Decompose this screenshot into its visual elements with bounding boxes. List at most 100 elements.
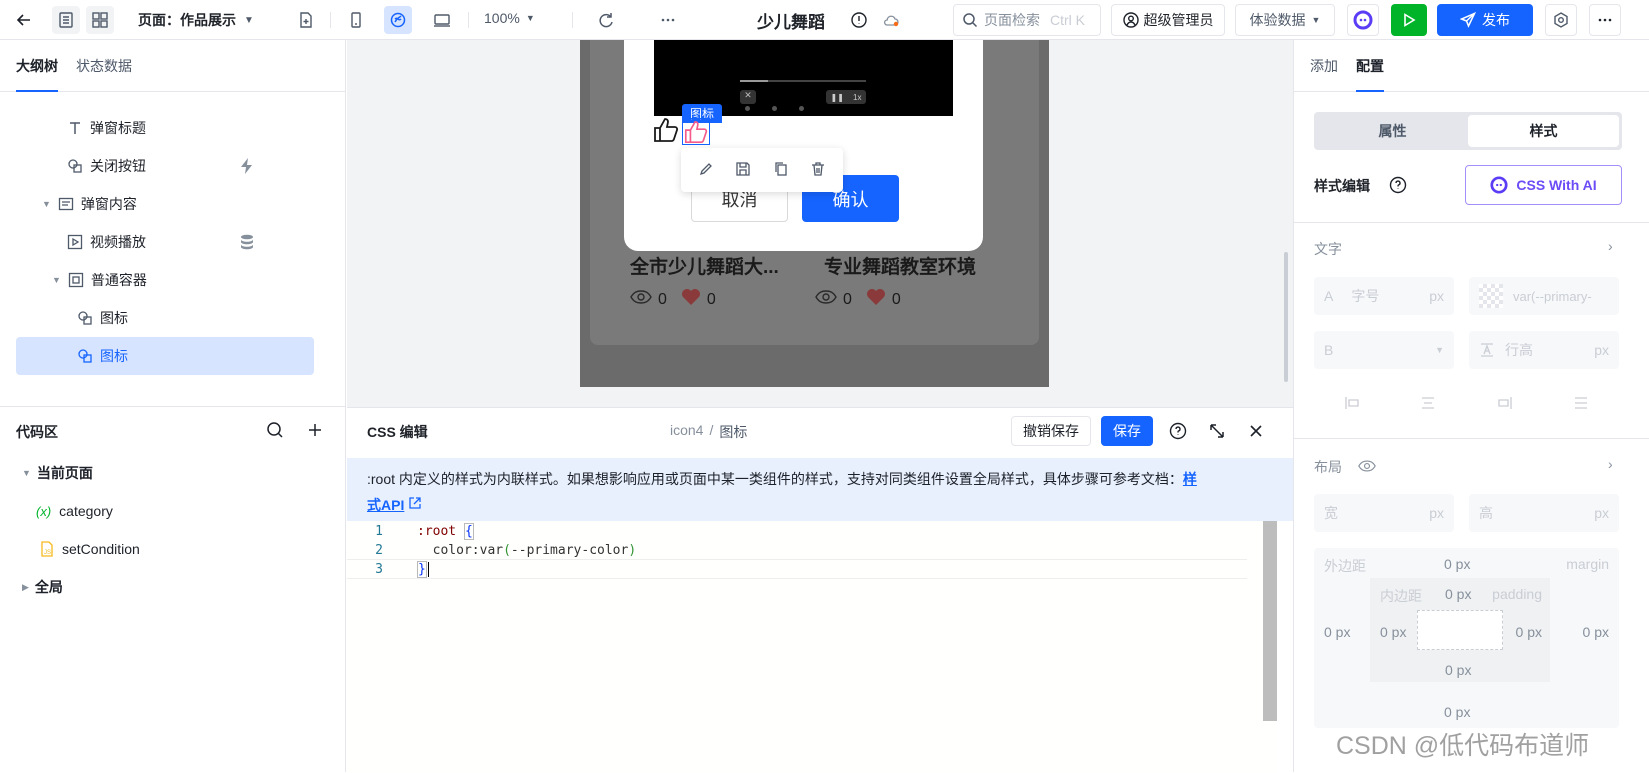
page-selector[interactable]: 页面：作品展示 ▼ [138, 10, 254, 30]
segment-properties[interactable]: 属性 [1317, 115, 1468, 147]
font-weight-select[interactable]: B ▼ [1314, 331, 1454, 369]
align-right-icon[interactable] [1497, 395, 1513, 414]
tree-item-title[interactable]: 弹窗标题 [66, 109, 146, 147]
layout-icon[interactable] [86, 6, 114, 34]
tree-item-modal-content[interactable]: ▼ 弹窗内容 [42, 185, 137, 223]
breadcrumb-id[interactable]: icon4 [670, 422, 703, 442]
user-menu[interactable]: 超级管理员 [1111, 4, 1225, 36]
padding-top-input[interactable]: 0 px [1445, 586, 1471, 602]
caret-down-icon[interactable]: ▼ [52, 275, 61, 285]
delete-icon[interactable] [810, 161, 826, 180]
canvas-scrollbar[interactable] [1284, 252, 1288, 382]
tab-state-data[interactable]: 状态数据 [76, 40, 132, 92]
selected-thumbs-up-icon[interactable] [682, 118, 710, 145]
tree-variable-category[interactable]: (x) category [36, 492, 113, 530]
tree-item-close-button[interactable]: 关闭按钮 [66, 147, 146, 185]
hybrid-view-icon[interactable] [384, 6, 412, 34]
publish-button[interactable]: 发布 [1437, 4, 1533, 36]
mobile-view-icon[interactable] [342, 6, 370, 34]
search-icon[interactable] [266, 421, 284, 442]
refresh-icon[interactable] [592, 6, 620, 34]
info-icon[interactable] [845, 6, 873, 34]
help-icon[interactable] [1389, 176, 1407, 197]
tree-current-page[interactable]: ▼ 当前页面 [22, 454, 93, 492]
color-field[interactable]: var(--primary- [1469, 277, 1619, 315]
notice-link[interactable]: 样 [1183, 471, 1197, 487]
video-progress[interactable] [740, 80, 866, 82]
code-line-active[interactable]: 3 } [347, 559, 1247, 579]
eye-icon[interactable] [1358, 459, 1376, 476]
height-field[interactable]: 高 px [1469, 494, 1619, 532]
tree-item-container[interactable]: ▼ 普通容器 [52, 261, 147, 299]
more-icon[interactable] [654, 6, 682, 34]
caret-right-icon[interactable]: ▶ [22, 582, 29, 593]
font-size-field[interactable]: A 字号 px [1314, 277, 1454, 315]
desktop-view-icon[interactable] [428, 6, 456, 34]
tree-item-icon-2-selected[interactable]: 图标 [16, 337, 314, 375]
speed-label[interactable]: 1x [853, 93, 861, 102]
chevron-right-icon[interactable]: › [1608, 238, 1613, 254]
caret-down-icon[interactable]: ▼ [22, 468, 31, 478]
preview-button[interactable] [1391, 4, 1427, 36]
line-height-field[interactable]: 行高 px [1469, 331, 1619, 369]
zoom-select[interactable]: 100% ▼ [484, 10, 535, 26]
ai-assistant-button[interactable] [1347, 4, 1379, 36]
close-icon[interactable]: ✕ [740, 90, 756, 104]
chevron-right-icon[interactable]: › [1608, 456, 1613, 472]
shapes-icon [76, 309, 94, 327]
pause-icon[interactable]: ❚❚ [831, 93, 844, 102]
margin-top-input[interactable]: 0 px [1444, 556, 1470, 572]
page-search-input[interactable]: 页面检索 Ctrl K [953, 4, 1101, 36]
help-icon[interactable] [1169, 422, 1187, 443]
align-justify-icon[interactable] [1573, 395, 1589, 414]
margin-bottom-input[interactable]: 0 px [1444, 704, 1470, 720]
align-left-icon[interactable] [1344, 395, 1360, 414]
data-mode-select[interactable]: 体验数据 ▼ [1235, 4, 1335, 36]
margin-left-input[interactable]: 0 px [1324, 624, 1350, 640]
notice-link-api[interactable]: 式API [367, 497, 404, 513]
code-line[interactable]: 2 color:var(--primary-color) [347, 540, 1247, 560]
tree-function-setcondition[interactable]: JS setCondition [38, 530, 140, 568]
save-icon[interactable] [735, 161, 751, 180]
segment-style[interactable]: 样式 [1468, 115, 1619, 147]
tab-add[interactable]: 添加 [1310, 40, 1338, 92]
caret-down-icon[interactable]: ▼ [42, 199, 51, 209]
tree-item-icon-1[interactable]: 图标 [76, 299, 128, 337]
copy-icon[interactable] [773, 161, 789, 180]
width-field[interactable]: 宽 px [1314, 494, 1454, 532]
add-icon[interactable] [306, 421, 324, 442]
add-page-icon[interactable] [292, 6, 320, 34]
thumbs-up-icon[interactable] [652, 116, 680, 147]
tree-item-video[interactable]: 视频播放 [66, 223, 146, 261]
fullscreen-icon[interactable] [1208, 422, 1226, 443]
padding-right-input[interactable]: 0 px [1516, 624, 1542, 640]
video-controls[interactable]: ❚❚ 1x [826, 90, 866, 104]
code-line[interactable]: 1 :root { [347, 521, 1247, 541]
page-icon[interactable] [52, 6, 80, 34]
tab-outline[interactable]: 大纲树 [16, 40, 58, 92]
code-editor[interactable]: 1 :root { 2 color:var(--primary-color) 3… [347, 521, 1277, 773]
cloud-sync-icon[interactable] [877, 6, 905, 34]
right-scrollbar-track [1629, 40, 1637, 772]
padding-bottom-input[interactable]: 0 px [1445, 662, 1471, 678]
save-button[interactable]: 保存 [1101, 416, 1153, 446]
tree-global[interactable]: ▶ 全局 [22, 568, 63, 606]
editor-scrollbar[interactable] [1263, 521, 1277, 721]
back-arrow-icon[interactable] [10, 6, 38, 34]
revert-save-button[interactable]: 撤销保存 [1011, 416, 1091, 446]
align-center-icon[interactable] [1420, 395, 1436, 414]
lightning-icon[interactable] [240, 147, 260, 185]
tab-config[interactable]: 配置 [1356, 40, 1384, 92]
css-with-ai-button[interactable]: CSS With AI [1465, 165, 1622, 205]
more-menu-button[interactable] [1589, 4, 1621, 36]
database-icon[interactable] [240, 223, 260, 261]
card-title-1[interactable]: 全市少儿舞蹈大... [630, 252, 779, 279]
close-icon[interactable] [1247, 422, 1265, 443]
margin-right-input[interactable]: 0 px [1583, 624, 1609, 640]
settings-button[interactable] [1545, 4, 1577, 36]
external-link-icon[interactable] [408, 497, 422, 513]
padding-left-input[interactable]: 0 px [1380, 624, 1406, 640]
edit-icon[interactable] [698, 161, 714, 180]
card-title-2[interactable]: 专业舞蹈教室环境 [824, 252, 976, 279]
color-swatch[interactable] [1479, 284, 1503, 308]
